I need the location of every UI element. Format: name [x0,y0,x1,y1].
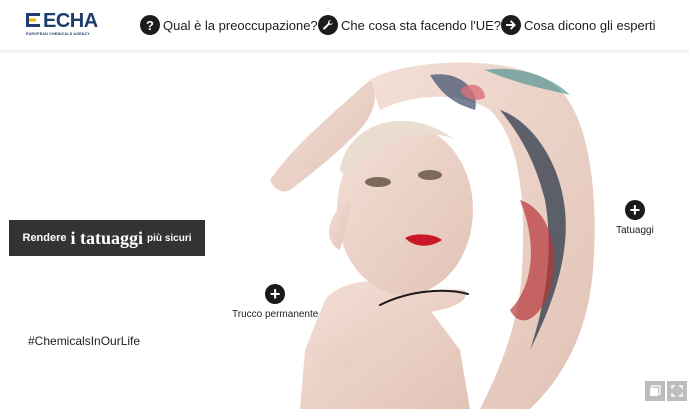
top-navigation-bar: ECHA EUROPEAN CHEMICALS AGENCY ? Qual è … [0,0,690,50]
echa-logo-mark-icon [26,13,40,27]
echa-logo[interactable]: ECHA EUROPEAN CHEMICALS AGENCY [26,10,98,38]
tattooed-woman-photo [270,62,595,409]
nav-item-experts[interactable]: Cosa dicono gli esperti [501,14,656,36]
fullscreen-button[interactable] [667,381,687,401]
banner-text-part3: più sicuri [147,232,192,244]
nav-label: Qual è la preoccupazione? [163,17,318,33]
hotspot-label: Tatuaggi [616,225,654,236]
question-icon: ? [140,15,160,35]
copy-embed-button[interactable] [645,381,665,401]
main-stage: Rendere i tatuaggi più sicuri + Tatuaggi… [0,50,690,409]
hotspot-label: Trucco permanente [232,309,319,320]
hashtag-text: #ChemicalsInOurLife [28,334,141,348]
banner-text-part1: Rendere [22,232,67,244]
safer-tattoos-banner[interactable]: Rendere i tatuaggi più sicuri [9,220,205,256]
hotspot-permanent-makeup[interactable]: + Trucco permanente [232,284,318,320]
arrow-right-icon [501,15,521,35]
nav-item-eu-action[interactable]: Che cosa sta facendo l'UE? [318,14,501,36]
plus-icon: + [624,200,645,220]
nav-label: Cosa dicono gli esperti [524,17,656,33]
fullscreen-icon [671,385,683,397]
logo-wordmark: ECHA [43,10,98,32]
logo-subtitle: EUROPEAN CHEMICALS AGENCY [26,32,90,36]
plus-icon: + [265,284,286,304]
nav-item-concern[interactable]: ? Qual è la preoccupazione? [140,14,318,36]
hotspot-tattoos[interactable]: + Tatuaggi [616,200,654,236]
banner-text-part2: i tatuaggi [70,227,144,248]
nav-label: Che cosa sta facendo l'UE? [341,17,502,33]
wrench-icon [318,15,338,35]
copy-icon [650,385,661,396]
